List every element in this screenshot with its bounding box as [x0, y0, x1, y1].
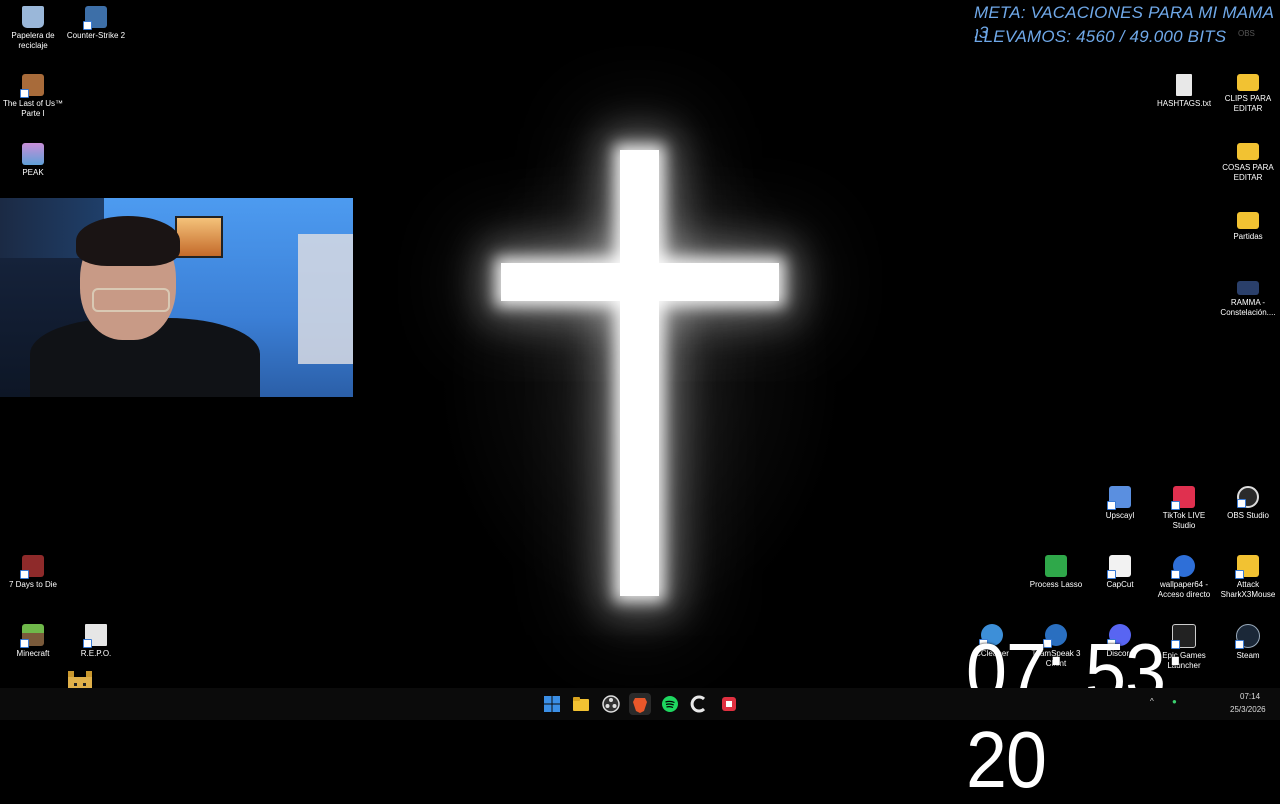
folder-icon: [1237, 74, 1259, 91]
tray-chevron-up-icon[interactable]: ^: [1150, 697, 1154, 706]
webcam-feed: [0, 198, 353, 397]
desktop-icon-ramma-video[interactable]: RAMMA - Constelación....: [1215, 281, 1280, 318]
upscayl-icon: [1107, 486, 1131, 510]
desktop-icon-attack-shark[interactable]: Attack SharkX3Mouse: [1215, 555, 1280, 600]
desktop-icon-clips-para-editar[interactable]: CLIPS PARA EDITAR: [1215, 74, 1280, 114]
desktop-icon-label: TikTok LIVE Studio: [1162, 511, 1206, 530]
desktop-icon-cosas-para-editar[interactable]: COSAS PARA EDITAR: [1215, 143, 1280, 183]
folder-icon: [573, 697, 589, 711]
desktop-icon-label: Partidas: [1233, 232, 1263, 241]
desktop-icon-label: 7 Days to Die: [8, 580, 58, 589]
last-of-us-icon: [20, 74, 44, 98]
webcam-monitor: [175, 216, 223, 258]
start-button[interactable]: [541, 693, 563, 715]
desktop-icon-repo[interactable]: R.E.P.O.: [63, 624, 129, 659]
desktop-icon-peak[interactable]: PEAK: [0, 143, 66, 178]
desktop: Papelera de reciclaje Counter-Strike 2 T…: [0, 0, 1280, 716]
peak-icon: [22, 143, 44, 165]
desktop-icon-label: Upscayl: [1105, 511, 1135, 520]
counter-strike-icon: [83, 6, 107, 30]
desktop-icon-label: R.E.P.O.: [80, 649, 112, 658]
taskbar-ccleaner[interactable]: [688, 693, 710, 715]
tray-microphone-icon[interactable]: ●: [1172, 697, 1177, 706]
desktop-icon-hashtags-txt[interactable]: HASHTAGS.txt: [1151, 74, 1217, 109]
obs-icon: [602, 695, 620, 713]
desktop-icon-upscayl[interactable]: Upscayl: [1087, 486, 1153, 521]
tray-date[interactable]: 25/3/2026: [1230, 705, 1266, 714]
tiktok-live-icon: [1171, 486, 1195, 510]
desktop-icon-label: RAMMA - Constelación....: [1220, 298, 1276, 317]
recycle-bin-icon: [22, 6, 44, 28]
video-file-icon: [1237, 281, 1259, 295]
desktop-icon-label: CapCut: [1106, 580, 1134, 589]
desktop-icon-label: Counter-Strike 2: [66, 31, 126, 40]
desktop-icon-label: Process Lasso: [1029, 580, 1083, 589]
folder-icon: [1237, 143, 1259, 160]
desktop-icon-label: The Last of Us™ Parte I: [2, 99, 64, 118]
desktop-icon-label: Papelera de reciclaje: [11, 31, 55, 50]
desktop-icon-partidas[interactable]: Partidas: [1215, 212, 1280, 242]
desktop-icon-obs-studio[interactable]: OBS Studio: [1215, 486, 1280, 521]
taskbar-obs-studio[interactable]: [600, 693, 622, 715]
cross-horizontal-bar: [501, 263, 779, 301]
wallpaper-engine-icon: [1171, 555, 1195, 579]
desktop-icon-label: PEAK: [22, 168, 44, 177]
ccleaner-icon: [690, 695, 706, 713]
tray-time[interactable]: 07:14: [1240, 692, 1260, 701]
attack-shark-icon: [1235, 555, 1259, 579]
desktop-icon-recycle-bin[interactable]: Papelera de reciclaje: [0, 6, 66, 51]
taskbar: ^ ● 07:14 25/3/2026: [0, 688, 1280, 720]
taskbar-file-explorer[interactable]: [570, 693, 592, 715]
desktop-icon-minecraft[interactable]: Minecraft: [0, 624, 66, 659]
desktop-icon-process-lasso[interactable]: Process Lasso: [1023, 555, 1089, 590]
windows-icon: [544, 696, 560, 712]
desktop-icon-label: OBS Studio: [1227, 511, 1269, 520]
webcam-cabinet: [298, 234, 353, 364]
taskbar-spotify[interactable]: [659, 693, 681, 715]
desktop-icon-7-days-to-die[interactable]: 7 Days to Die: [0, 555, 66, 590]
text-file-icon: [1176, 74, 1192, 96]
desktop-icon-tiktok-live[interactable]: TikTok LIVE Studio: [1151, 486, 1217, 531]
taskbar-streamlabs[interactable]: [718, 693, 740, 715]
webcam-person-hair: [76, 216, 180, 266]
repo-icon: [83, 624, 107, 648]
streamlabs-icon: [722, 697, 736, 711]
desktop-icon-label: Attack SharkX3Mouse: [1220, 580, 1276, 599]
desktop-icon-last-of-us[interactable]: The Last of Us™ Parte I: [0, 74, 66, 119]
brave-icon: [633, 698, 647, 713]
minecraft-icon: [20, 624, 44, 648]
desktop-icon-capcut[interactable]: CapCut: [1087, 555, 1153, 590]
desktop-icon-wallpaper64[interactable]: wallpaper64 - Acceso directo: [1151, 555, 1217, 600]
taskbar-brave-browser[interactable]: [629, 693, 651, 715]
folder-icon: [1237, 212, 1259, 229]
process-lasso-icon: [1045, 555, 1067, 577]
desktop-icon-label: CLIPS PARA EDITAR: [1224, 94, 1272, 113]
capcut-icon: [1107, 555, 1131, 579]
obs-icon: [1237, 486, 1259, 508]
desktop-icon-label: wallpaper64 - Acceso directo: [1157, 580, 1211, 599]
desktop-icon-label: Minecraft: [16, 649, 50, 658]
desktop-icon-label: COSAS PARA EDITAR: [1222, 163, 1274, 182]
webcam-person-glasses: [92, 288, 170, 312]
desktop-icon-counter-strike[interactable]: Counter-Strike 2: [63, 6, 129, 41]
desktop-icon-label: HASHTAGS.txt: [1156, 99, 1212, 108]
spotify-icon: [662, 696, 678, 712]
cross-vertical-bar: [620, 150, 659, 596]
seven-days-icon: [20, 555, 44, 579]
stream-progress-text: LLEVAMOS: 4560 / 49.000 BITS: [974, 27, 1227, 46]
